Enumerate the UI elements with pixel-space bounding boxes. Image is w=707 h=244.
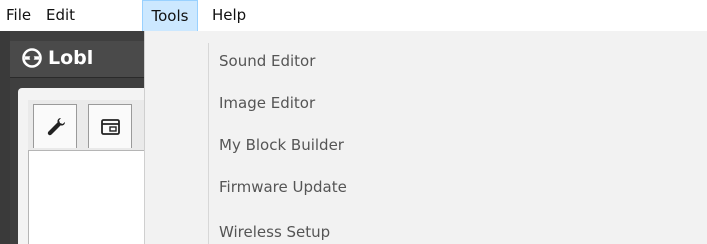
- app-window-edge: [0, 31, 10, 244]
- menu-item-sound-editor[interactable]: Sound Editor: [219, 40, 315, 82]
- app-canvas[interactable]: [28, 151, 147, 244]
- app-tab-window[interactable]: [88, 104, 132, 148]
- wrench-icon: [47, 118, 65, 136]
- menu-item-image-editor[interactable]: Image Editor: [219, 82, 315, 124]
- app-logo-icon: [22, 48, 42, 68]
- menu-file[interactable]: File: [2, 0, 42, 31]
- menu-bar: File Edit Tools Help: [0, 0, 707, 32]
- app-tab-tools[interactable]: [33, 104, 77, 148]
- app-title: Lobl: [48, 47, 94, 69]
- menu-help[interactable]: Help: [206, 0, 252, 31]
- menu-edit[interactable]: Edit: [44, 0, 88, 31]
- window-icon: [101, 119, 120, 135]
- tools-dropdown-menu: Sound Editor Image Editor My Block Build…: [144, 31, 707, 244]
- menu-item-wireless-setup[interactable]: Wireless Setup: [219, 211, 330, 244]
- menu-item-my-block-builder[interactable]: My Block Builder: [219, 124, 344, 166]
- menu-tools[interactable]: Tools: [142, 0, 198, 32]
- menu-item-firmware-update[interactable]: Firmware Update: [219, 166, 347, 208]
- menu-gutter-divider: [208, 43, 209, 244]
